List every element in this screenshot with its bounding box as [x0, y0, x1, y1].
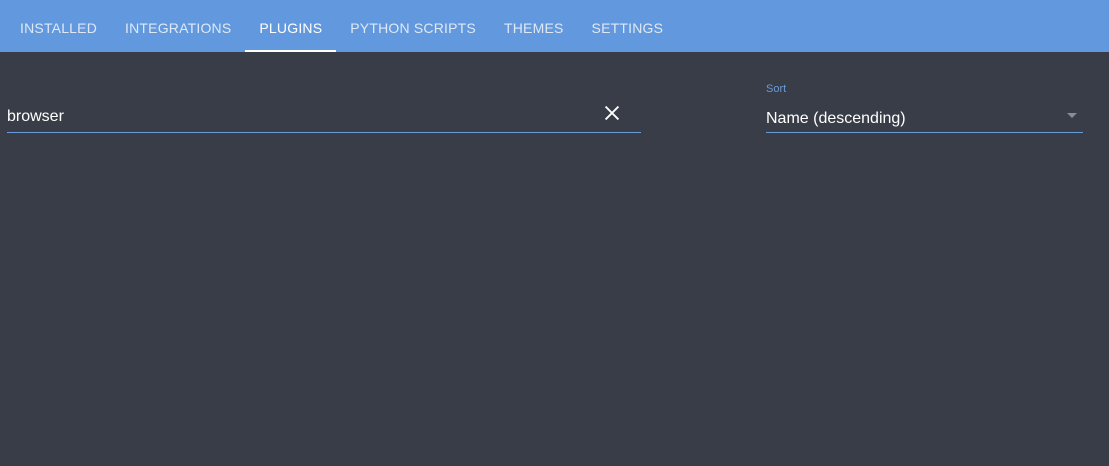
search-field [7, 100, 641, 133]
sort-label: Sort [766, 83, 787, 95]
sort-dropdown[interactable]: Name (descending) [766, 100, 1083, 133]
close-icon[interactable] [601, 102, 623, 124]
tab-integrations[interactable]: INTEGRATIONS [111, 0, 245, 52]
tab-python-scripts[interactable]: PYTHON SCRIPTS [336, 0, 490, 52]
search-input[interactable] [7, 108, 587, 126]
tab-plugins[interactable]: PLUGINS [245, 0, 337, 52]
tab-installed[interactable]: INSTALLED [6, 0, 111, 52]
tab-themes[interactable]: THEMES [490, 0, 578, 52]
tab-settings[interactable]: SETTINGS [578, 0, 678, 52]
caret-down-icon [1067, 113, 1077, 118]
tab-bar: INSTALLED INTEGRATIONS PLUGINS PYTHON SC… [0, 0, 1109, 52]
sort-value: Name (descending) [766, 110, 906, 127]
